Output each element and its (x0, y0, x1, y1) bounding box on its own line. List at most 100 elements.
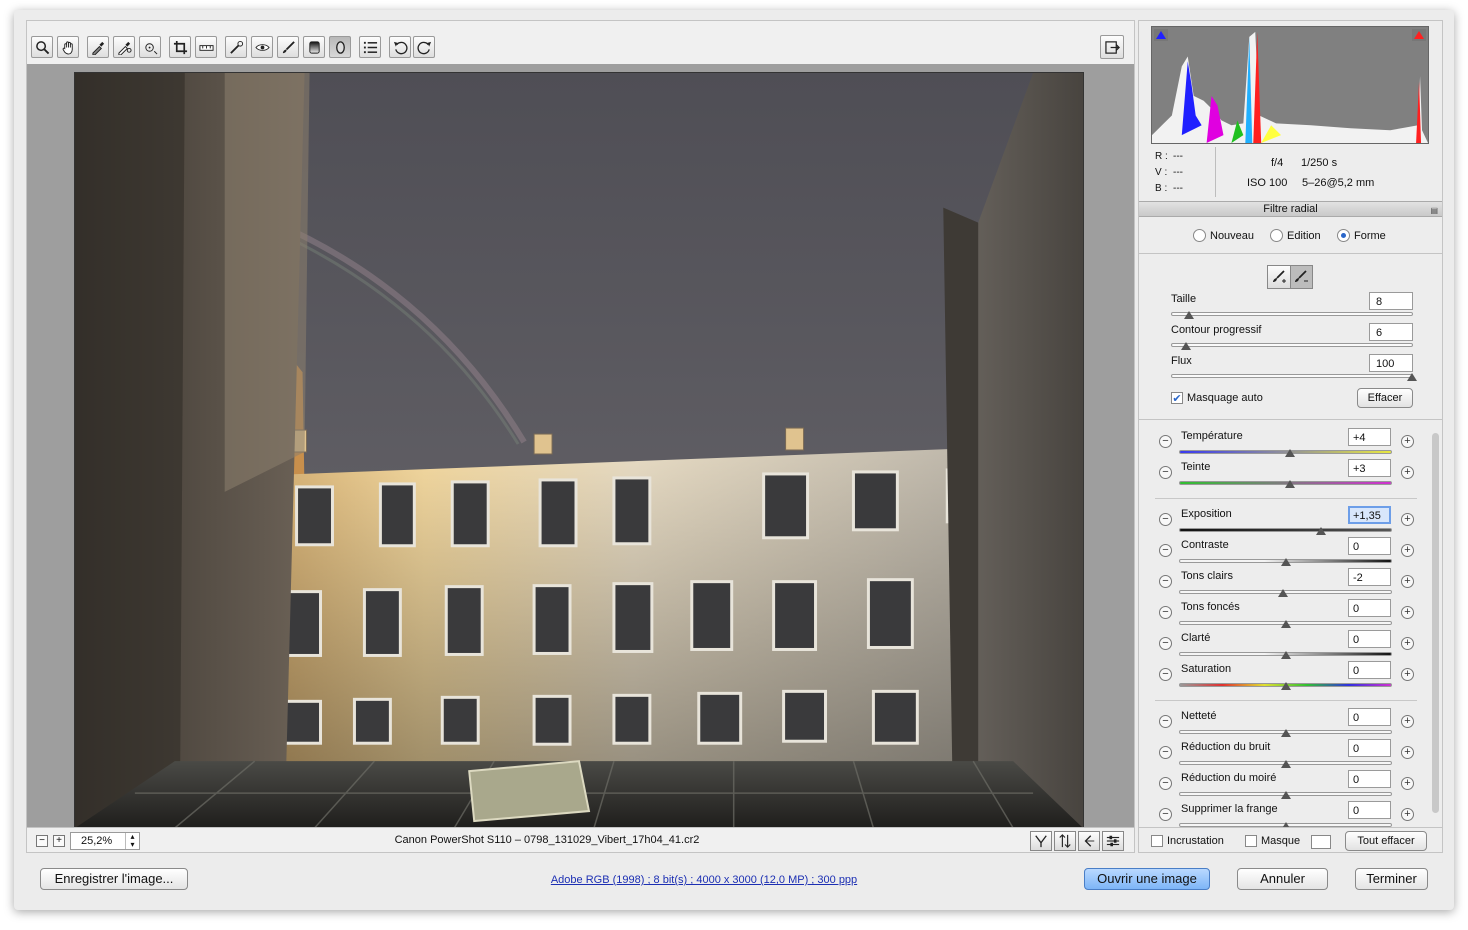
radio-edition[interactable]: Edition (1270, 229, 1321, 242)
straighten-tool[interactable] (195, 36, 217, 58)
increase-icon[interactable]: + (1401, 513, 1414, 526)
workflow-options-link[interactable]: Adobe RGB (1998) ; 8 bit(s) ; 4000 x 300… (534, 874, 874, 886)
cancel-button[interactable]: Annuler (1237, 868, 1328, 890)
increase-icon[interactable]: + (1401, 777, 1414, 790)
adjustment-value-input[interactable]: 0 (1348, 630, 1391, 648)
feather-input[interactable]: 6 (1369, 323, 1413, 341)
decrease-icon[interactable]: − (1159, 513, 1172, 526)
clear-button[interactable]: Effacer (1357, 388, 1413, 408)
before-after-button[interactable] (1030, 831, 1052, 851)
slider-thumb[interactable] (1316, 527, 1327, 535)
decrease-icon[interactable]: − (1159, 808, 1172, 821)
adjustment-value-input[interactable]: 0 (1348, 801, 1391, 819)
decrease-icon[interactable]: − (1159, 637, 1172, 650)
slider-thumb[interactable] (1280, 558, 1291, 566)
zoom-out-button[interactable]: − (36, 835, 48, 847)
zoom-tool[interactable] (31, 36, 53, 58)
rotate-right-tool[interactable] (413, 36, 435, 58)
swap-settings-button[interactable] (1054, 831, 1076, 851)
decrease-icon[interactable]: − (1159, 715, 1172, 728)
highlight-clipping-warning-icon[interactable] (1412, 29, 1426, 41)
panel-menu-icon[interactable]: ▤ (1430, 204, 1438, 218)
crop-tool[interactable] (169, 36, 191, 58)
adjustment-slider[interactable] (1179, 480, 1392, 488)
increase-icon[interactable]: + (1401, 746, 1414, 759)
red-eye-tool[interactable] (251, 36, 273, 58)
slider-thumb[interactable] (1280, 682, 1291, 690)
adjustment-slider[interactable] (1179, 760, 1392, 768)
adjustment-slider[interactable] (1179, 729, 1392, 737)
slider-thumb[interactable] (1284, 480, 1295, 488)
adjustment-slider[interactable] (1179, 449, 1392, 457)
adjustment-value-input[interactable]: +1,35 (1348, 506, 1391, 524)
color-sampler-tool[interactable] (113, 36, 135, 58)
slider-thumb[interactable] (1280, 729, 1291, 737)
decrease-icon[interactable]: − (1159, 435, 1172, 448)
decrease-icon[interactable]: − (1159, 544, 1172, 557)
increase-icon[interactable]: + (1401, 575, 1414, 588)
save-image-button[interactable]: Enregistrer l'image... (40, 868, 188, 890)
brush-size-slider[interactable] (1171, 311, 1413, 319)
feather-slider[interactable] (1171, 342, 1413, 350)
zoom-level-select[interactable]: 25,2% ▴ ▾ (70, 832, 140, 850)
decrease-icon[interactable]: − (1159, 575, 1172, 588)
adjustment-value-input[interactable]: 0 (1348, 537, 1391, 555)
adjustment-value-input[interactable]: 0 (1348, 739, 1391, 757)
adjustment-brush-tool[interactable] (277, 36, 299, 58)
mask-color-swatch[interactable] (1311, 835, 1331, 849)
increase-icon[interactable]: + (1401, 715, 1414, 728)
mask-checkbox[interactable]: Masque (1245, 835, 1300, 847)
slider-thumb[interactable] (1181, 342, 1192, 350)
slider-thumb[interactable] (1280, 651, 1291, 659)
adjustment-slider[interactable] (1179, 527, 1392, 535)
open-image-button[interactable]: Ouvrir une image (1084, 868, 1210, 890)
adjustment-value-input[interactable]: 0 (1348, 661, 1391, 679)
shadow-clipping-warning-icon[interactable] (1154, 29, 1168, 41)
auto-mask-checkbox[interactable]: ✔ Masquage auto (1171, 392, 1263, 405)
adjustment-value-input[interactable]: +3 (1348, 459, 1391, 477)
adjustment-value-input[interactable]: 0 (1348, 599, 1391, 617)
adjustment-value-input[interactable]: -2 (1348, 568, 1391, 586)
done-button[interactable]: Terminer (1355, 868, 1428, 890)
increase-icon[interactable]: + (1401, 668, 1414, 681)
decrease-icon[interactable]: − (1159, 606, 1172, 619)
adjustment-slider[interactable] (1179, 620, 1392, 628)
adjustment-value-input[interactable]: 0 (1348, 708, 1391, 726)
rotate-left-tool[interactable] (389, 36, 411, 58)
decrease-icon[interactable]: − (1159, 466, 1172, 479)
exit-fullscreen-button[interactable] (1100, 35, 1124, 59)
adjustment-slider[interactable] (1179, 791, 1392, 799)
clear-all-button[interactable]: Tout effacer (1345, 831, 1427, 851)
decrease-icon[interactable]: − (1159, 746, 1172, 759)
decrease-icon[interactable]: − (1159, 777, 1172, 790)
radial-filter-tool[interactable] (329, 36, 351, 58)
brush-erase-button[interactable] (1289, 266, 1312, 288)
slider-thumb[interactable] (1278, 589, 1289, 597)
copy-settings-button[interactable] (1078, 831, 1100, 851)
flow-slider[interactable] (1171, 373, 1417, 381)
adjustment-slider[interactable] (1179, 682, 1392, 690)
hand-tool[interactable] (57, 36, 79, 58)
toggle-settings-button[interactable] (1102, 831, 1124, 851)
increase-icon[interactable]: + (1401, 606, 1414, 619)
increase-icon[interactable]: + (1401, 544, 1414, 557)
decrease-icon[interactable]: − (1159, 668, 1172, 681)
brush-add-button[interactable] (1268, 266, 1290, 288)
adjustment-slider[interactable] (1179, 651, 1392, 659)
adjustment-slider[interactable] (1179, 589, 1392, 597)
radio-nouveau[interactable]: Nouveau (1193, 229, 1254, 242)
photo-preview[interactable] (74, 72, 1084, 829)
slider-thumb[interactable] (1280, 620, 1291, 628)
scrollbar-thumb[interactable] (1432, 433, 1439, 813)
adjustment-value-input[interactable]: +4 (1348, 428, 1391, 446)
increase-icon[interactable]: + (1401, 808, 1414, 821)
spot-removal-tool[interactable] (225, 36, 247, 58)
white-balance-tool[interactable] (87, 36, 109, 58)
slider-thumb[interactable] (1183, 311, 1194, 319)
brush-size-input[interactable]: 8 (1369, 292, 1413, 310)
zoom-in-button[interactable]: + (53, 835, 65, 847)
graduated-filter-tool[interactable] (303, 36, 325, 58)
radio-forme[interactable]: Forme (1337, 229, 1386, 242)
panel-scrollbar[interactable] (1431, 423, 1440, 825)
slider-thumb[interactable] (1280, 760, 1291, 768)
